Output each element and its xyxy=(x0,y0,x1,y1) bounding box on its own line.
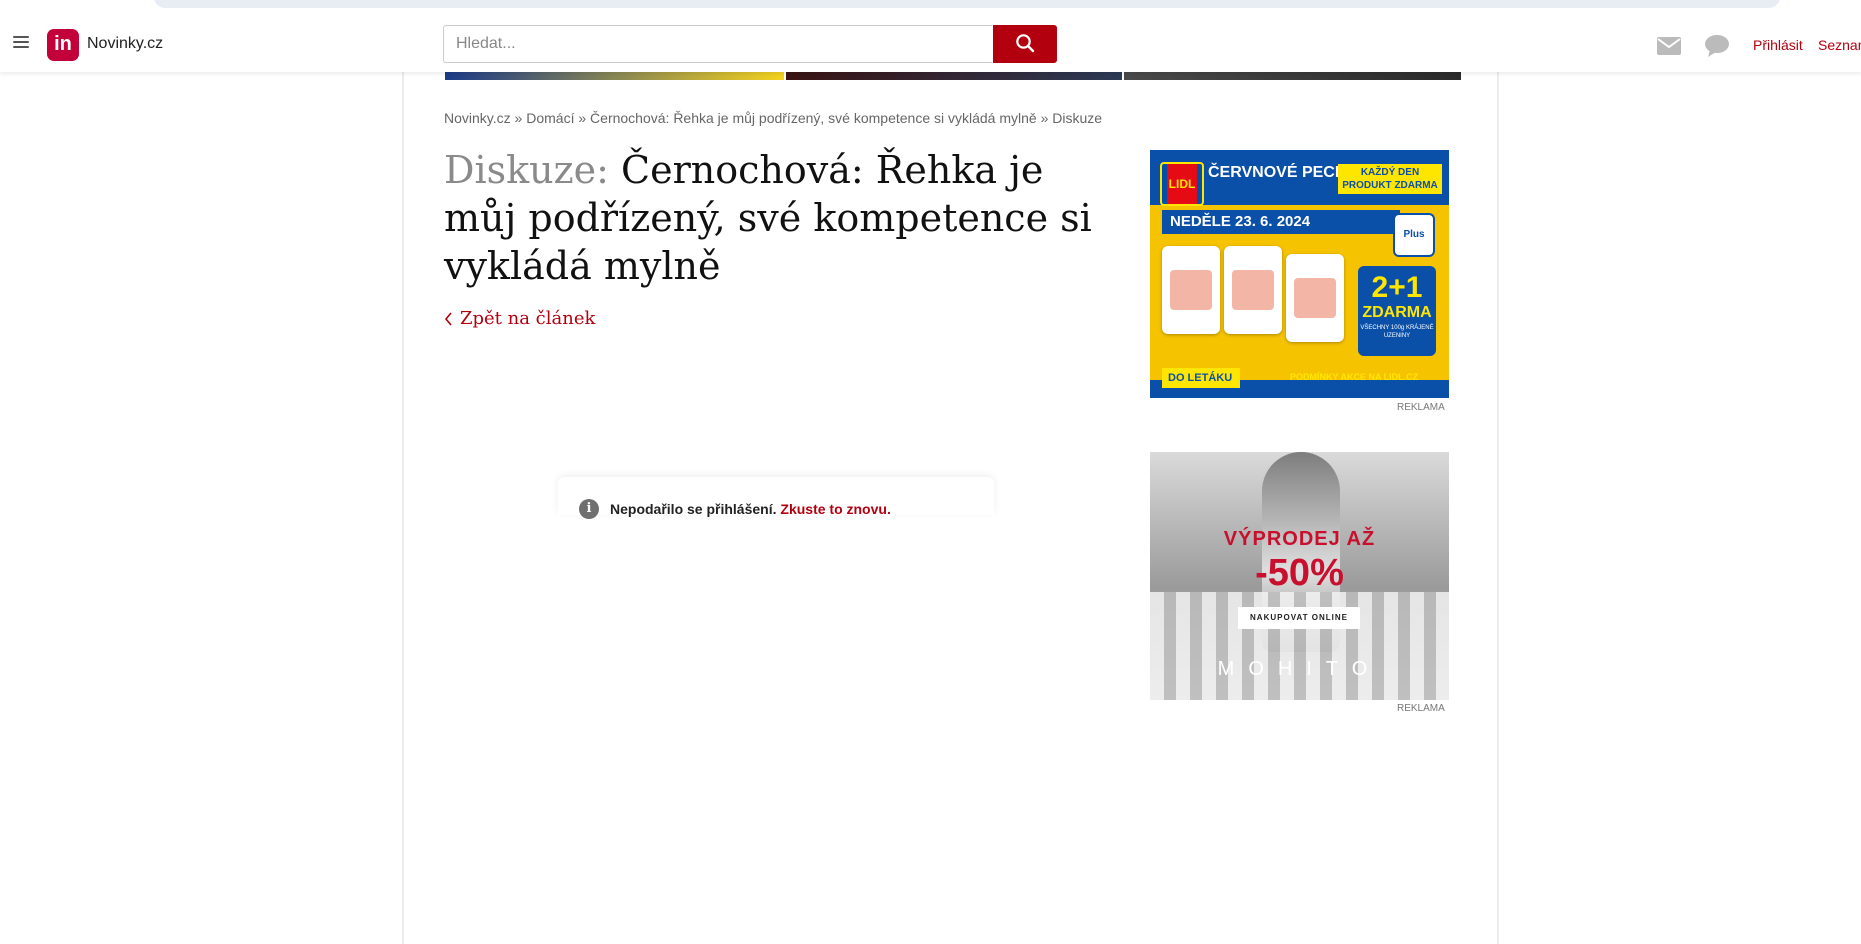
back-to-article-link[interactable]: Zpět na článek xyxy=(444,308,595,329)
page-title: Diskuze: Černochová: Řehka je můj podříz… xyxy=(444,146,1124,290)
breadcrumb-article[interactable]: Černochová: Řehka je můj podřízený, své … xyxy=(590,110,1037,126)
lidl-ad[interactable]: LIDL ČERVNOVÉ PECKY KAŽDÝ DEN PRODUKT ZD… xyxy=(1150,150,1449,398)
title-prefix: Diskuze: xyxy=(444,148,609,192)
offer-note: VŠECHNY 100g KRÁJENÉ UZENINY xyxy=(1360,325,1434,339)
lidl-headline: ČERVNOVÉ PECKY xyxy=(1208,164,1358,181)
promo-strip-1[interactable] xyxy=(445,72,784,80)
notice-message: Nepodařilo se přihlášení. Zkuste to znov… xyxy=(610,501,891,517)
breadcrumb-section[interactable]: Domácí xyxy=(526,110,574,126)
lidl-date: NEDĚLE 23. 6. 2024 xyxy=(1162,210,1400,234)
product-image xyxy=(1286,254,1344,342)
browser-url-bar xyxy=(0,0,1861,12)
notice-text: Nepodařilo se přihlášení. xyxy=(610,501,777,517)
breadcrumb-home[interactable]: Novinky.cz xyxy=(444,110,511,126)
promo-strip-2[interactable] xyxy=(786,72,1122,80)
url-bar-pill[interactable] xyxy=(154,0,1780,8)
mohito-cta-button[interactable]: NAKUPOVAT ONLINE xyxy=(1238,607,1360,629)
ad-label: REKLAMA xyxy=(1397,402,1445,413)
lidl-cta-button[interactable]: DO LETÁKU xyxy=(1162,368,1240,388)
breadcrumb: Novinky.cz » Domácí » Černochová: Řehka … xyxy=(444,110,1102,126)
lidl-plus-badge: Plus xyxy=(1393,213,1435,257)
info-icon: i xyxy=(579,499,599,519)
login-error-notice: i Nepodařilo se přihlášení. Zkuste to zn… xyxy=(558,477,994,519)
offer-label: ZDARMA xyxy=(1362,304,1432,321)
lidl-logo: LIDL xyxy=(1160,162,1204,206)
mohito-brand: MOHITO xyxy=(1217,658,1382,680)
breadcrumb-current: Diskuze xyxy=(1052,110,1103,126)
main-content: Novinky.cz » Domácí » Černochová: Řehka … xyxy=(402,72,1499,944)
retry-link[interactable]: Zkuste to znovu. xyxy=(780,501,890,517)
breadcrumb-separator: » xyxy=(578,110,587,126)
offer-number: 2+1 xyxy=(1371,271,1423,304)
search-icon xyxy=(1016,33,1035,52)
chevron-left-icon xyxy=(444,311,452,326)
search-button[interactable] xyxy=(993,25,1057,63)
site-name[interactable]: Novinky.cz xyxy=(87,35,163,53)
novinky-logo-icon[interactable]: in xyxy=(47,29,79,61)
product-image xyxy=(1224,246,1282,334)
ad-label: REKLAMA xyxy=(1397,703,1445,714)
chat-icon[interactable] xyxy=(1705,35,1729,57)
lidl-conditions: PODMÍNKY AKCE NA LIDL.CZ xyxy=(1290,372,1419,382)
back-link-label: Zpět na článek xyxy=(460,308,596,329)
lidl-offer: 2+1 ZDARMA VŠECHNY 100g KRÁJENÉ UZENINY xyxy=(1358,266,1436,356)
login-link[interactable]: Přihlásit xyxy=(1753,37,1803,53)
menu-icon[interactable] xyxy=(13,36,29,49)
breadcrumb-separator: » xyxy=(514,110,523,126)
seznam-link[interactable]: Seznam xyxy=(1818,37,1861,53)
product-image xyxy=(1162,246,1220,334)
promo-strip-3[interactable] xyxy=(1124,72,1461,80)
mohito-sale-text: VÝPRODEJ AŽ xyxy=(1223,528,1376,550)
mohito-ad[interactable]: VÝPRODEJ AŽ -50% NAKUPOVAT ONLINE MOHITO xyxy=(1150,452,1449,700)
breadcrumb-separator: » xyxy=(1040,110,1049,126)
mohito-percent: -50% xyxy=(1255,552,1344,594)
site-header: in Novinky.cz Přihlásit Seznam xyxy=(0,12,1861,72)
search-input[interactable] xyxy=(443,25,992,63)
lidl-badge: KAŽDÝ DEN PRODUKT ZDARMA xyxy=(1338,164,1442,194)
mail-icon[interactable] xyxy=(1657,37,1681,55)
